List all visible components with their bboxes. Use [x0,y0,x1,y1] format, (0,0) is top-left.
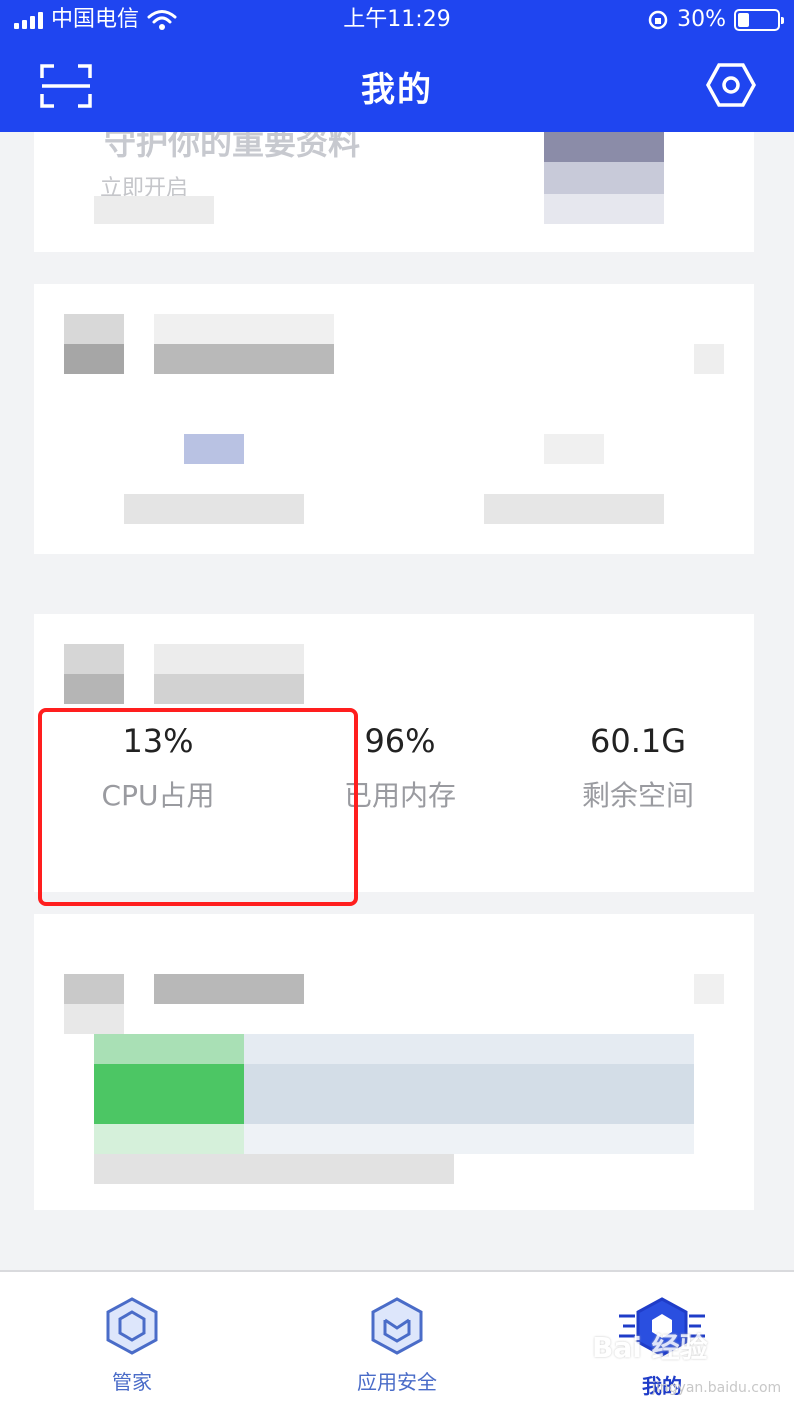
status-bar: 中国电信 上午11:29 30% [0,0,794,40]
battery-icon [734,9,784,31]
tab-butler[interactable]: 管家 [32,1296,232,1395]
blurred-icon [64,644,124,704]
blurred-arrow [694,974,724,1004]
top-bar: 中国电信 上午11:29 30% 我的 [0,0,794,132]
storage-bar-fill [94,1034,244,1154]
watermark-url: jingyan.baidu.com [652,1380,782,1396]
blurred-heading [154,314,334,374]
battery-percent: 30% [677,7,726,32]
blurred-heading [154,974,304,1004]
blurred-item-left-text [124,494,304,524]
watermark-logo: Bai 经验 [592,1331,708,1364]
hexagon-shield-icon [106,1297,158,1355]
settings-icon[interactable] [706,62,756,108]
blurred-caption [94,1154,454,1184]
status-right: 30% [647,0,784,40]
blurred-heading [154,644,304,704]
storage-card[interactable] [34,914,754,1210]
blurred-arrow [694,344,724,374]
blurred-illustration [544,132,664,224]
stat-label: 剩余空间 [581,779,694,812]
tab-label: 管家 [112,1370,152,1394]
stat-storage: 60.1G 剩余空间 [518,714,758,814]
page-title: 我的 [361,70,433,110]
blurred-item-right-text [484,494,664,524]
highlight-box [38,708,358,906]
blurred-icon [64,974,124,1034]
security-card[interactable] [34,284,754,554]
rotation-lock-icon [648,10,668,30]
stat-value: 60.1G [589,722,687,760]
tab-label: 应用安全 [357,1370,437,1394]
backup-card[interactable]: 守护你的重要资料 立即开启 [34,124,754,252]
nav-header: 我的 [0,40,794,132]
hexagon-box-icon [371,1297,423,1355]
blurred-item-left-icon [184,434,244,464]
tab-app-security[interactable]: 应用安全 [297,1296,497,1395]
blurred-icon [64,314,124,374]
blurred-item-right-icon [544,434,604,464]
blurred-text [94,196,214,224]
